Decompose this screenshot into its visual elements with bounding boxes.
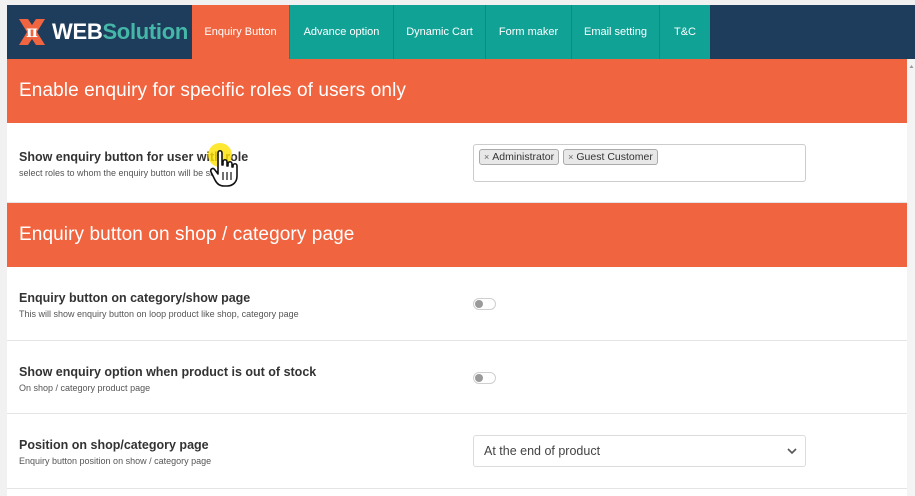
- plugin-header: π WEBSolution Enquiry Button Advance opt…: [7, 5, 915, 59]
- tab-enquiry-button[interactable]: Enquiry Button: [192, 5, 289, 59]
- role-chip-label: Guest Customer: [576, 151, 653, 163]
- role-chip-guest-customer: × Guest Customer: [563, 149, 658, 165]
- setting-label: Position on shop/category page: [19, 438, 209, 452]
- tab-email-setting[interactable]: Email setting: [571, 5, 659, 59]
- brand-name: WEBSolution: [52, 19, 188, 45]
- role-chip-label: Administrator: [492, 151, 555, 163]
- tab-terms-conditions[interactable]: T&C: [659, 5, 710, 59]
- section-title-roles: Enable enquiry for specific roles of use…: [7, 59, 915, 123]
- settings-panel: Enable enquiry for specific roles of use…: [7, 59, 915, 496]
- setting-description: This will show enquiry button on loop pr…: [19, 309, 299, 319]
- position-select[interactable]: At the end of product: [473, 435, 806, 467]
- setting-description: Enquiry button position on show / catego…: [19, 456, 212, 466]
- toggle-knob: [475, 300, 483, 308]
- position-select-value: At the end of product: [484, 444, 601, 458]
- remove-chip-icon[interactable]: ×: [568, 152, 573, 162]
- out-of-stock-toggle[interactable]: [473, 372, 496, 384]
- chevron-down-icon: [787, 448, 797, 455]
- tab-advance-option[interactable]: Advance option: [289, 5, 393, 59]
- brand-logo: π WEBSolution: [7, 5, 192, 59]
- tab-form-maker[interactable]: Form maker: [485, 5, 571, 59]
- page-scrollbar[interactable]: [907, 59, 915, 496]
- setting-description: On shop / category product page: [19, 383, 151, 393]
- setting-description: select roles to whom the enquiry button …: [19, 168, 232, 178]
- roles-multiselect[interactable]: × Administrator × Guest Customer: [473, 144, 806, 182]
- settings-page: π WEBSolution Enquiry Button Advance opt…: [0, 0, 915, 496]
- settings-tabs: Enquiry Button Advance option Dynamic Ca…: [192, 5, 710, 59]
- pi-x-logo-icon: π: [19, 19, 45, 45]
- role-chip-administrator: × Administrator: [479, 149, 560, 165]
- setting-row-category-page: Enquiry button on category/show page Thi…: [7, 267, 915, 341]
- setting-row-user-role: Show enquiry button for user with role s…: [7, 123, 915, 203]
- toggle-knob: [475, 374, 483, 382]
- section-title-shop: Enquiry button on shop / category page: [7, 203, 915, 267]
- svg-text:π: π: [26, 22, 38, 41]
- setting-label: Show enquiry button for user with role: [19, 150, 249, 164]
- setting-row-out-of-stock: Show enquiry option when product is out …: [7, 341, 915, 414]
- setting-row-position: Position on shop/category page Enquiry b…: [7, 414, 915, 489]
- setting-label: Show enquiry option when product is out …: [19, 365, 317, 379]
- scroll-up-arrow-icon[interactable]: [909, 63, 914, 77]
- category-page-toggle[interactable]: [473, 298, 496, 310]
- brand-name-part1: WEB: [52, 19, 103, 44]
- brand-name-part2: Solution: [102, 19, 189, 44]
- setting-label: Enquiry button on category/show page: [19, 291, 251, 305]
- tab-dynamic-cart[interactable]: Dynamic Cart: [393, 5, 485, 59]
- remove-chip-icon[interactable]: ×: [484, 152, 489, 162]
